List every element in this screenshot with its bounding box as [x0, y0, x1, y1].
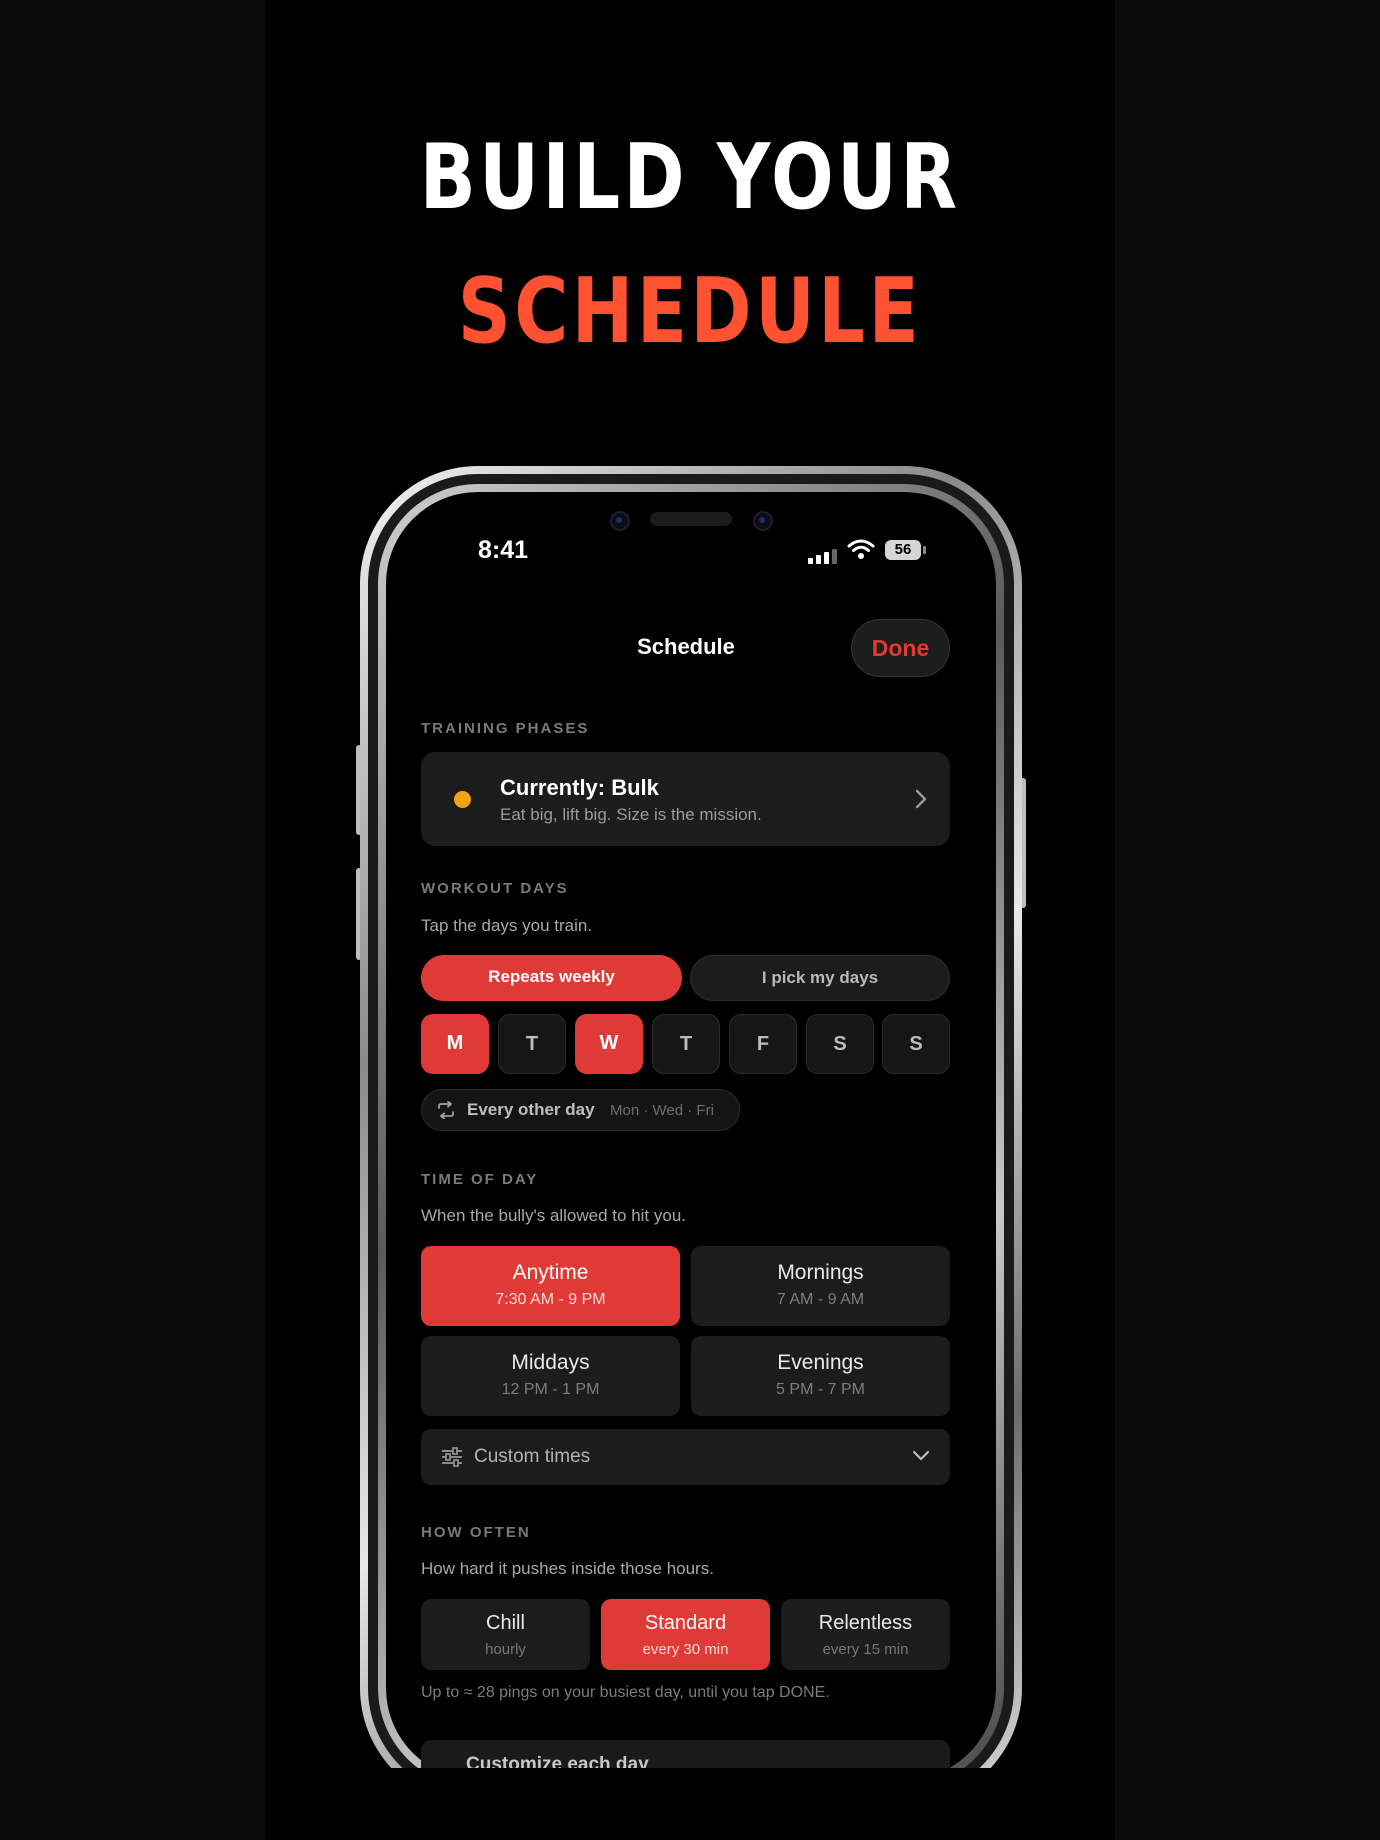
headline-line-2: SCHEDULE — [457, 259, 923, 364]
battery-icon: 56 — [885, 540, 926, 560]
time-option-anytime[interactable]: Anytime 7:30 AM - 9 PM — [421, 1246, 680, 1326]
day-button-thu[interactable]: T — [652, 1014, 720, 1074]
day-button-sun[interactable]: S — [882, 1014, 950, 1074]
time-option-range: 5 PM - 7 PM — [776, 1381, 865, 1398]
phase-description: Eat big, lift big. Size is the mission. — [500, 805, 762, 824]
preset-days: Mon · Wed · Fri — [610, 1102, 714, 1119]
custom-times-dropdown[interactable]: Custom times — [421, 1429, 950, 1485]
how-often-label: HOW OFTEN — [421, 1524, 531, 1541]
time-option-label: Mornings — [777, 1261, 864, 1284]
time-option-label: Middays — [511, 1351, 590, 1374]
time-option-label: Anytime — [512, 1261, 589, 1284]
frequency-label: Relentless — [818, 1612, 913, 1634]
front-camera-icon — [610, 511, 630, 531]
custom-times-label: Custom times — [474, 1446, 591, 1467]
frequency-option-relentless[interactable]: Relentless every 15 min — [781, 1599, 950, 1670]
time-option-range: 7:30 AM - 9 PM — [495, 1291, 606, 1308]
pick-days-toggle[interactable]: I pick my days — [690, 955, 950, 1001]
earpiece-speaker — [650, 512, 732, 526]
sliders-icon — [442, 1447, 462, 1467]
day-button-fri[interactable]: F — [729, 1014, 797, 1074]
headline-line-1: BUILD YOUR — [419, 125, 961, 230]
day-button-tue[interactable]: T — [498, 1014, 566, 1074]
day-button-wed[interactable]: W — [575, 1014, 643, 1074]
day-button-mon[interactable]: M — [421, 1014, 489, 1074]
repeats-weekly-toggle[interactable]: Repeats weekly — [421, 955, 682, 1001]
preset-label: Every other day — [467, 1100, 595, 1119]
chevron-down-icon — [912, 1450, 930, 1461]
frequency-interval: every 30 min — [642, 1641, 729, 1658]
time-option-range: 12 PM - 1 PM — [501, 1381, 600, 1398]
sensor-icon — [753, 511, 773, 531]
time-of-day-label: TIME OF DAY — [421, 1171, 539, 1188]
wifi-icon — [847, 539, 875, 559]
training-phase-card[interactable]: Currently: Bulk Eat big, lift big. Size … — [421, 752, 950, 846]
frequency-label: Standard — [644, 1612, 727, 1634]
time-option-label: Evenings — [777, 1351, 864, 1374]
cellular-signal-icon — [808, 548, 838, 564]
workout-days-subtitle: Tap the days you train. — [421, 916, 593, 935]
training-phases-label: TRAINING PHASES — [421, 720, 590, 737]
time-option-range: 7 AM - 9 AM — [776, 1291, 865, 1308]
every-other-day-chip[interactable]: Every other day Mon · Wed · Fri — [421, 1089, 740, 1131]
status-time: 8:41 — [478, 536, 529, 564]
frequency-label: Chill — [486, 1612, 525, 1634]
chevron-right-icon — [915, 789, 927, 809]
day-button-sat[interactable]: S — [806, 1014, 874, 1074]
time-option-middays[interactable]: Middays 12 PM - 1 PM — [421, 1336, 680, 1416]
phase-title: Currently: Bulk — [500, 775, 659, 800]
time-option-mornings[interactable]: Mornings 7 AM - 9 AM — [691, 1246, 950, 1326]
repeat-icon — [438, 1101, 454, 1119]
frequency-option-chill[interactable]: Chill hourly — [421, 1599, 590, 1670]
how-often-subtitle: How hard it pushes inside those hours. — [421, 1559, 714, 1578]
phone-screen — [386, 492, 996, 1780]
time-of-day-subtitle: When the bully's allowed to hit you. — [421, 1206, 687, 1225]
phase-status-dot — [454, 791, 471, 808]
frequency-option-standard[interactable]: Standard every 30 min — [601, 1599, 770, 1670]
pings-footnote: Up to ≈ 28 pings on your busiest day, un… — [421, 1684, 830, 1701]
done-button[interactable]: Done — [851, 619, 950, 677]
screen-bottom-edge — [386, 1768, 996, 1808]
workout-days-label: WORKOUT DAYS — [421, 880, 569, 897]
frequency-interval: hourly — [485, 1641, 526, 1658]
time-option-evenings[interactable]: Evenings 5 PM - 7 PM — [691, 1336, 950, 1416]
frequency-interval: every 15 min — [822, 1641, 909, 1658]
